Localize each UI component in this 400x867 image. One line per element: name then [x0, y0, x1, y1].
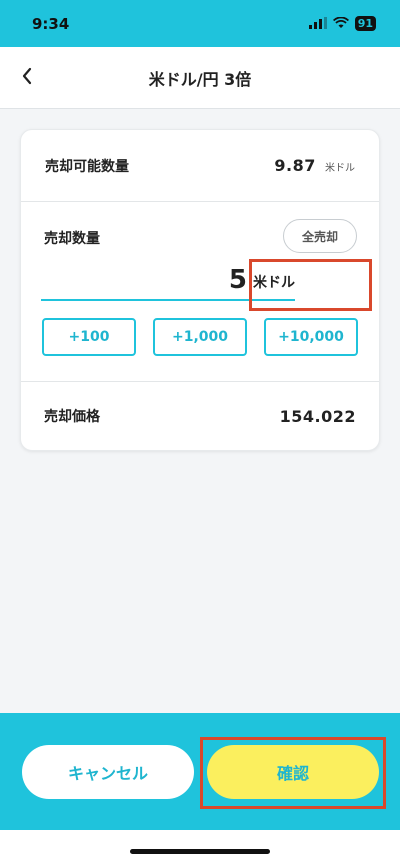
available-value-group: 9.87 米ドル: [274, 156, 355, 175]
quantity-input[interactable]: 5 米ドル: [41, 259, 295, 301]
navbar: 米ドル/円 3倍: [0, 47, 400, 109]
status-bar: 9:34 91: [0, 0, 400, 47]
quantity-unit: 米ドル: [253, 275, 295, 291]
confirm-button[interactable]: 確認: [207, 745, 379, 799]
quantity-label: 売却数量: [44, 231, 100, 247]
battery-icon: 91: [354, 16, 376, 31]
available-unit: 米ドル: [325, 163, 355, 174]
page-title: 米ドル/円 3倍: [148, 69, 252, 89]
available-row: 売却可能数量 9.87 米ドル: [21, 130, 379, 202]
available-label: 売却可能数量: [45, 158, 129, 175]
available-value: 9.87: [274, 156, 316, 175]
bottom-action-bar: キャンセル 確認: [0, 713, 400, 867]
back-button[interactable]: [8, 59, 46, 97]
chevron-left-icon: [21, 67, 33, 89]
signal-icon: [308, 14, 327, 33]
status-time: 9:34: [32, 14, 70, 33]
price-value: 154.022: [279, 406, 356, 426]
status-icons: 91: [308, 14, 376, 33]
quantity-value: 5: [228, 265, 247, 295]
cancel-button[interactable]: キャンセル: [22, 745, 194, 799]
sell-all-button[interactable]: 全売却: [283, 219, 357, 253]
wifi-icon: [332, 14, 349, 33]
quick-add-1000-button[interactable]: +1,000: [153, 318, 247, 356]
quick-add-100-button[interactable]: +100: [42, 318, 136, 356]
home-indicator[interactable]: [130, 849, 270, 854]
price-row: 売却価格 154.022: [20, 382, 380, 450]
quick-add-10000-button[interactable]: +10,000: [264, 318, 358, 356]
price-label: 売却価格: [44, 409, 100, 425]
